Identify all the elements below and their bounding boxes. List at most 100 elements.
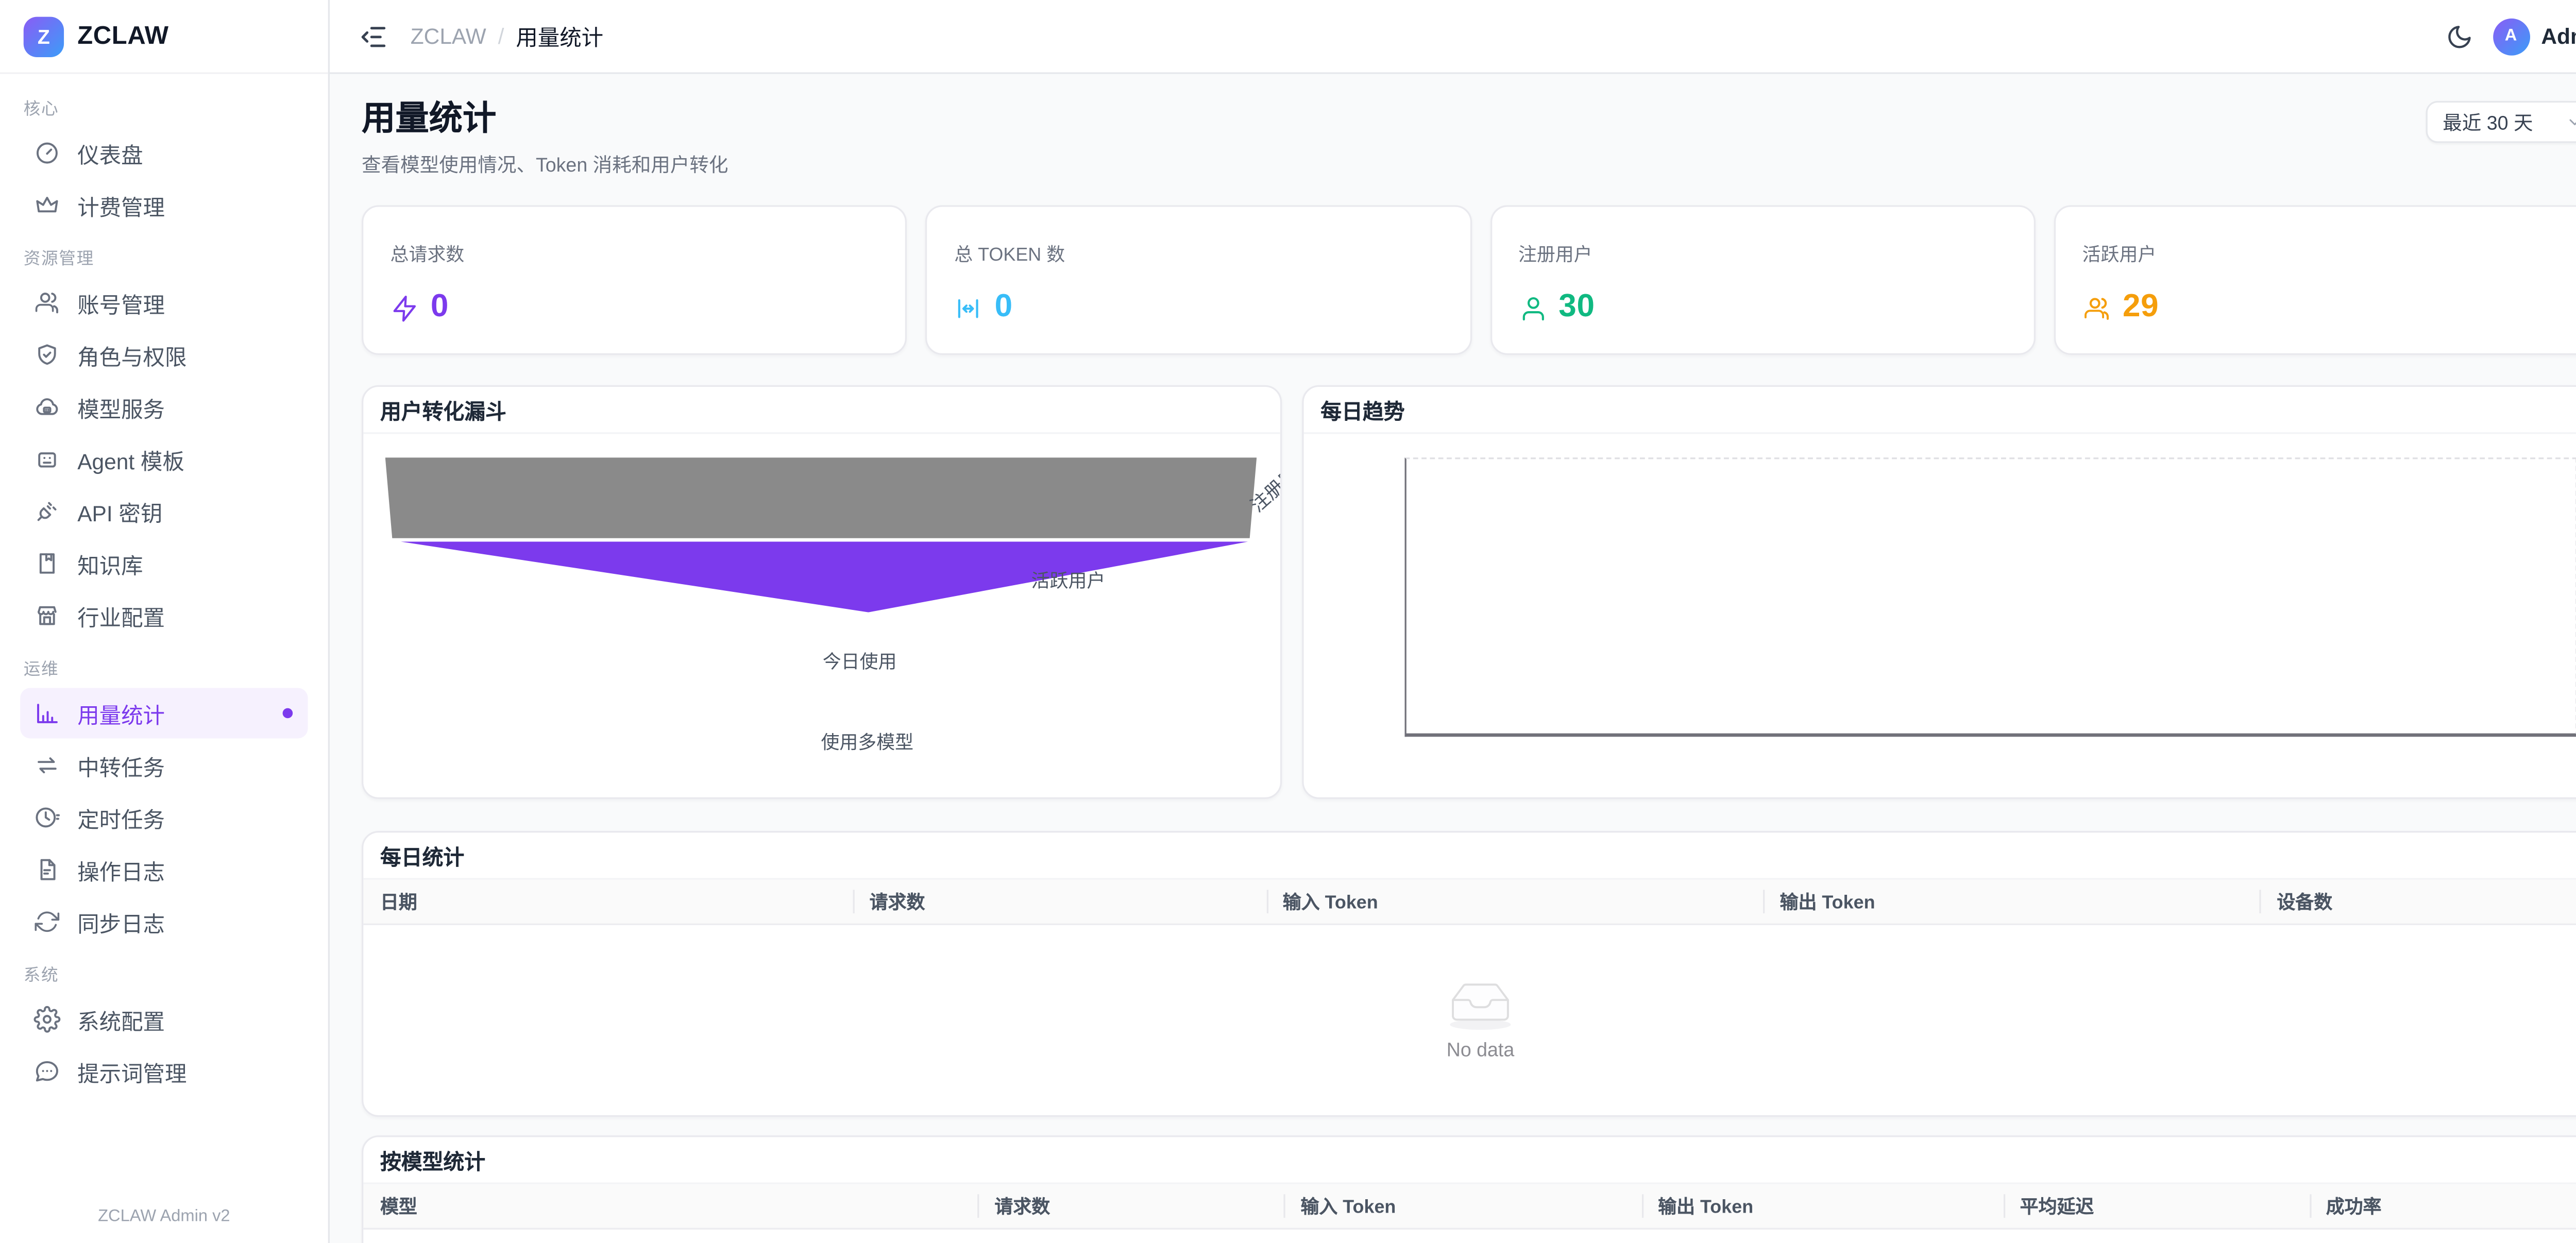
sidebar-item-file-text[interactable]: 操作日志 bbox=[20, 844, 308, 895]
funnel-card-title: 用户转化漏斗 bbox=[380, 394, 506, 425]
table-header-cell: 输入 Token bbox=[1284, 1184, 1641, 1228]
sidebar-item-book[interactable]: 知识库 bbox=[20, 538, 308, 589]
daily-stats-card: 每日统计 日期请求数输入 Token输出 Token设备数 No data bbox=[362, 831, 2576, 1117]
stat-value: 0 bbox=[995, 290, 1013, 327]
sidebar-item-chat-dots[interactable]: 提示词管理 bbox=[20, 1046, 308, 1097]
stat-card-bolt: 总请求数0 bbox=[362, 205, 907, 355]
daily-table-title: 每日统计 bbox=[380, 839, 464, 871]
sidebar-item-label: 模型服务 bbox=[77, 391, 165, 423]
stat-label: 注册用户 bbox=[1518, 241, 2007, 267]
stat-card-token: 总 TOKEN 数 0 bbox=[926, 205, 1471, 355]
breadcrumb-separator: / bbox=[498, 24, 504, 49]
sidebar-item-swap[interactable]: 中转任务 bbox=[20, 740, 308, 791]
page-title: 用量统计 bbox=[362, 101, 728, 138]
funnel-stage-label: 今日使用 bbox=[823, 648, 897, 674]
plug-icon bbox=[33, 498, 60, 525]
chat-dots-icon bbox=[33, 1058, 60, 1085]
funnel-stage-registered[interactable] bbox=[385, 457, 1257, 538]
sidebar-item-bar-chart[interactable]: 用量统计 bbox=[20, 688, 308, 739]
funnel-stage-label: 使用多模型 bbox=[821, 728, 913, 755]
sync-icon bbox=[33, 908, 60, 935]
nav-section-label: 资源管理 bbox=[24, 244, 304, 269]
bolt-icon bbox=[391, 294, 419, 322]
bar-chart-icon bbox=[33, 700, 60, 726]
empty-inbox-icon bbox=[1445, 979, 1516, 1031]
stat-label: 总 TOKEN 数 bbox=[954, 241, 1443, 267]
sidebar-collapse-icon[interactable] bbox=[359, 21, 389, 52]
sidebar-item-label: 仪表盘 bbox=[77, 137, 143, 169]
brand-logo: Z bbox=[24, 16, 64, 56]
app-window: Z ZCLAW 核心仪表盘计费管理资源管理账号管理角色与权限模型服务Agent … bbox=[0, 0, 2576, 1243]
nav-section-label: 运维 bbox=[24, 654, 304, 679]
sidebar-item-crown[interactable]: 计费管理 bbox=[20, 180, 308, 230]
user-name: Admin bbox=[2541, 24, 2576, 49]
user-menu[interactable]: A Admin bbox=[2493, 18, 2576, 55]
stat-card-user: 注册用户30 bbox=[1489, 205, 2035, 355]
crown-icon bbox=[33, 192, 60, 218]
sidebar-item-gauge[interactable]: 仪表盘 bbox=[20, 128, 308, 178]
model-stats-card: 按模型统计 模型请求数输入 Token输出 Token平均延迟成功率 bbox=[362, 1135, 2576, 1243]
nav-section-label: 系统 bbox=[24, 960, 304, 985]
sidebar-item-label: 同步日志 bbox=[77, 906, 165, 938]
table-header-cell: 设备数 bbox=[2260, 880, 2576, 924]
table-header-cell: 输入 Token bbox=[1266, 880, 1763, 924]
book-icon bbox=[33, 550, 60, 577]
sidebar-item-label: 知识库 bbox=[77, 548, 143, 580]
nav-section: 资源管理账号管理角色与权限模型服务 Agent 模板 API 密钥知识库行业配置 bbox=[20, 244, 308, 641]
sidebar-nav: 核心仪表盘计费管理资源管理账号管理角色与权限模型服务Agent 模板API 密钥… bbox=[0, 74, 328, 1188]
trend-card-title: 每日趋势 bbox=[1320, 394, 1404, 425]
brand-header[interactable]: Z ZCLAW bbox=[0, 0, 328, 74]
sidebar-item-gear[interactable]: 系统配置 bbox=[20, 994, 308, 1045]
users-icon bbox=[33, 290, 60, 316]
robot-icon bbox=[33, 446, 60, 472]
brand-name: ZCLAW bbox=[77, 22, 168, 50]
topbar-right: A Admin bbox=[2445, 18, 2576, 55]
sidebar-item-robot[interactable]: Agent 模板 bbox=[20, 434, 308, 484]
stat-value: 0 bbox=[431, 290, 449, 327]
sidebar-item-label: 中转任务 bbox=[77, 750, 165, 781]
sidebar-item-cloud-server[interactable]: 模型服务 bbox=[20, 382, 308, 432]
file-text-icon bbox=[33, 856, 60, 883]
topbar: ZCLAW / 用量统计 A Admin bbox=[330, 0, 2576, 74]
funnel-chart[interactable]: 注册用户 活跃用户 今日使用 使用多模型 bbox=[363, 434, 1280, 799]
page-header: 用量统计 查看模型使用情况、Token 消耗和用户转化 最近 30 天 bbox=[362, 101, 2576, 178]
date-range-select[interactable]: 最近 30 天 bbox=[2426, 101, 2576, 143]
empty-text: No data bbox=[1447, 1041, 1515, 1061]
breadcrumb: ZCLAW / 用量统计 bbox=[411, 20, 603, 52]
funnel-stage-label: 活跃用户 bbox=[1031, 567, 1106, 593]
sidebar-item-label: Agent 模板 bbox=[77, 443, 184, 475]
stat-card-users: 活跃用户29 bbox=[2054, 205, 2576, 355]
sidebar-item-label: 账号管理 bbox=[77, 287, 165, 319]
stats-row: 总请求数0 总 TOKEN 数 0 注册用户30活跃用户29 bbox=[362, 205, 2576, 355]
table-header-cell: 成功率 bbox=[2309, 1184, 2576, 1228]
trend-chart-empty-plot[interactable] bbox=[1405, 457, 2576, 737]
chevron-down-icon bbox=[2567, 114, 2576, 129]
sidebar-item-users[interactable]: 账号管理 bbox=[20, 278, 308, 328]
sidebar: Z ZCLAW 核心仪表盘计费管理资源管理账号管理角色与权限模型服务Agent … bbox=[0, 0, 330, 1243]
sidebar-footer-version: ZCLAW Admin v2 bbox=[0, 1187, 328, 1243]
sidebar-item-plug[interactable]: API 密钥 bbox=[20, 486, 308, 537]
table-header-cell: 模型 bbox=[363, 1184, 977, 1228]
breadcrumb-root[interactable]: ZCLAW bbox=[411, 24, 486, 49]
sidebar-item-clock[interactable]: 定时任务 bbox=[20, 792, 308, 843]
stat-value: 29 bbox=[2123, 290, 2159, 327]
date-range-value: 最近 30 天 bbox=[2443, 109, 2533, 135]
table-header-cell: 请求数 bbox=[978, 1184, 1284, 1228]
page-subtitle: 查看模型使用情况、Token 消耗和用户转化 bbox=[362, 151, 728, 178]
swap-icon bbox=[33, 752, 60, 779]
avatar: A bbox=[2493, 18, 2530, 55]
dark-mode-toggle-moon-icon[interactable] bbox=[2445, 23, 2472, 49]
sidebar-item-store[interactable]: 行业配置 bbox=[20, 590, 308, 641]
sidebar-item-label: 提示词管理 bbox=[77, 1055, 187, 1087]
sidebar-item-sync[interactable]: 同步日志 bbox=[20, 896, 308, 947]
table-header-cell: 请求数 bbox=[853, 880, 1266, 924]
gear-icon bbox=[33, 1006, 60, 1033]
funnel-stage-active[interactable] bbox=[400, 541, 1248, 612]
funnel-chart-card: 用户转化漏斗 注册用户 活跃用户 今日使用 使用多模型 bbox=[362, 385, 1282, 799]
gauge-icon bbox=[33, 140, 60, 166]
sidebar-item-shield-check[interactable]: 角色与权限 bbox=[20, 330, 308, 380]
sidebar-item-label: 系统配置 bbox=[77, 1003, 165, 1035]
table-header-cell: 平均延迟 bbox=[2003, 1184, 2309, 1228]
users-icon bbox=[2082, 294, 2111, 322]
cloud-server-icon bbox=[33, 394, 60, 420]
